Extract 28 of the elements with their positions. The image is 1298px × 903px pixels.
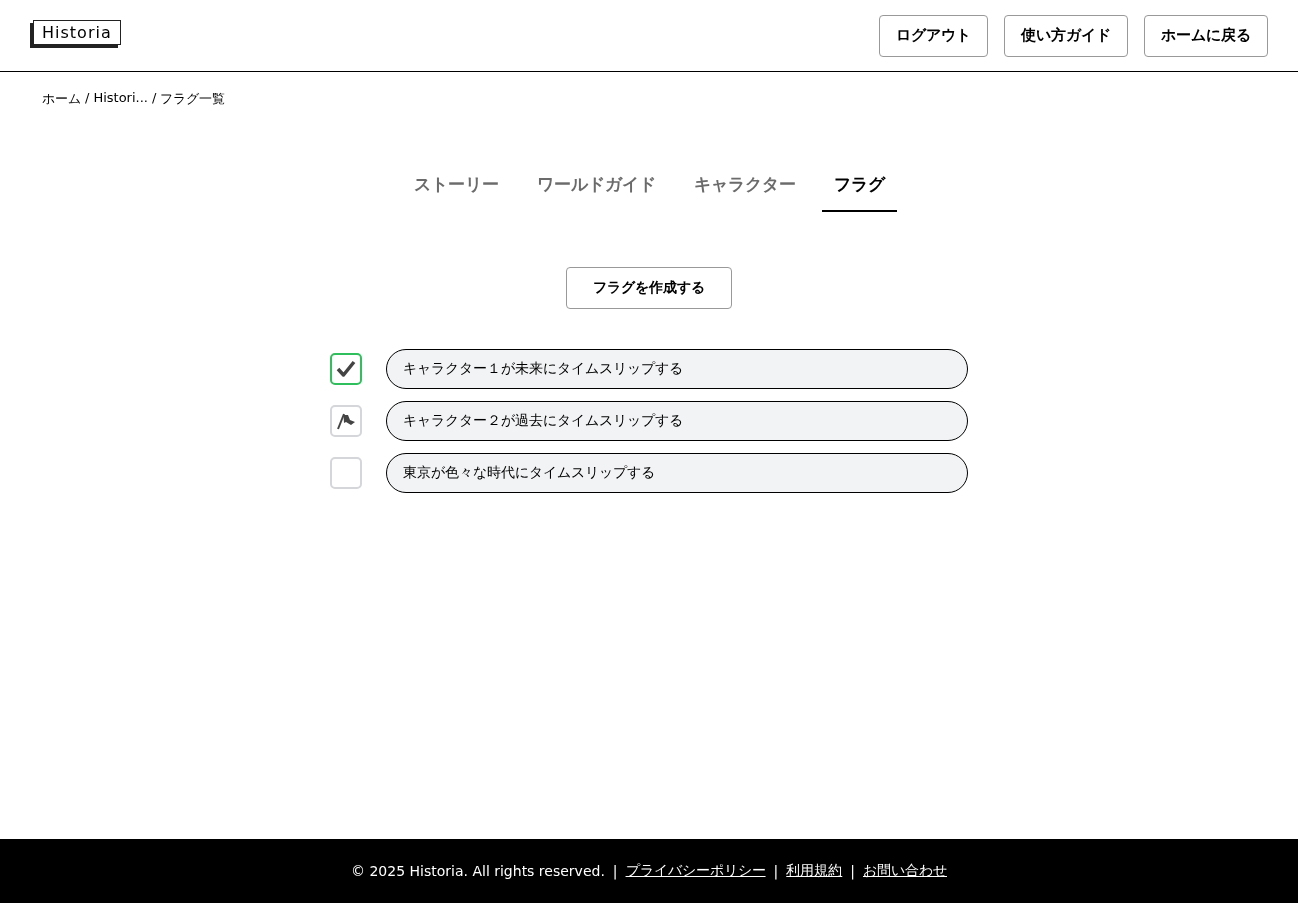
tab[interactable]: ストーリー: [401, 165, 511, 212]
flag-checkbox[interactable]: [330, 405, 362, 437]
header-button[interactable]: ホームに戻る: [1144, 14, 1268, 57]
footer-link[interactable]: 利用規約: [786, 862, 843, 880]
breadcrumb-text: Histori...: [93, 90, 148, 107]
header-button[interactable]: ログアウト: [879, 14, 988, 57]
flag-checkbox[interactable]: [330, 353, 362, 385]
breadcrumb-text: ホーム: [42, 90, 81, 108]
breadcrumb-text: フラグ一覧: [160, 90, 226, 108]
footer-link[interactable]: プライバシーポリシー: [625, 862, 766, 880]
flag-item[interactable]: キャラクター１が未来にタイムスリップする: [386, 349, 968, 389]
separator-text: |: [773, 863, 779, 879]
breadcrumb-text: /: [85, 90, 90, 107]
logo[interactable]: Historia: [33, 20, 121, 45]
copyright-text: © 2025 Historia. All rights reserved.: [351, 863, 605, 879]
create-flag-button[interactable]: フラグを作成する: [566, 267, 732, 309]
check-icon: [336, 360, 356, 378]
separator-text: |: [612, 863, 618, 879]
flag-item[interactable]: キャラクター２が過去にタイムスリップする: [386, 401, 968, 441]
tab[interactable]: キャラクター: [681, 165, 808, 212]
flag-checkbox[interactable]: [330, 457, 362, 489]
header-button[interactable]: 使い方ガイド: [1004, 14, 1128, 57]
tab[interactable]: フラグ: [821, 165, 897, 212]
flag-item[interactable]: 東京が色々な時代にタイムスリップする: [386, 453, 968, 493]
separator-text: |: [850, 863, 855, 879]
tab[interactable]: ワールドガイド: [524, 165, 668, 212]
footer-link[interactable]: お問い合わせ: [863, 862, 947, 880]
breadcrumb-text: /: [151, 90, 157, 107]
